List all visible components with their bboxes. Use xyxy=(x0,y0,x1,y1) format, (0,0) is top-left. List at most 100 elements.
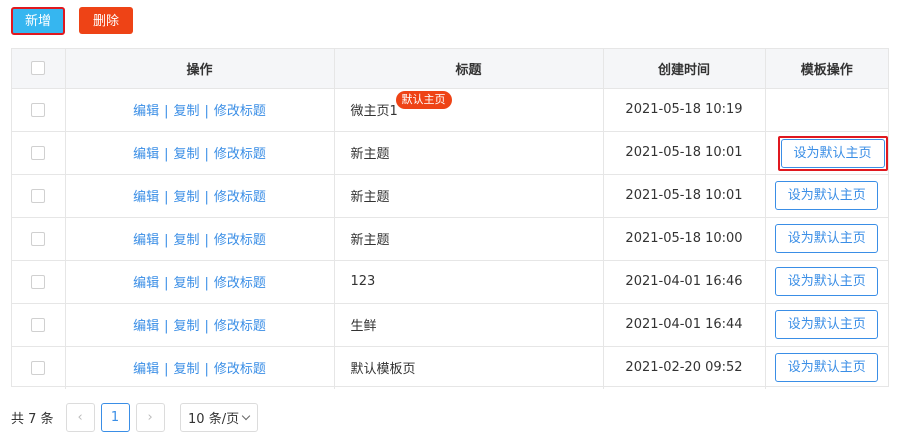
op-separator: | xyxy=(164,147,169,162)
row-ops: 编辑 | 复制 | 修改标题 xyxy=(65,131,335,175)
table-row: 编辑 | 复制 | 修改标题 默认模板页 2021-02-20 09:52 设为默认主页 xyxy=(12,346,888,389)
row-title: 微主页1 xyxy=(350,104,398,119)
next-page-button[interactable]: › xyxy=(135,402,165,432)
rename-link[interactable]: 修改标题 xyxy=(214,276,266,291)
row-title: 新主题 xyxy=(334,217,604,261)
set-default-button[interactable]: 设为默认主页 xyxy=(775,353,879,383)
prev-page-button[interactable]: ‹ xyxy=(65,402,95,432)
rename-link[interactable]: 修改标题 xyxy=(214,147,266,162)
delete-button[interactable]: 删除 xyxy=(79,7,133,34)
copy-link[interactable]: 复制 xyxy=(173,233,199,248)
default-homepage-badge: 默认主页 xyxy=(395,90,452,109)
row-title: 新主题 xyxy=(334,131,604,175)
row-checkbox[interactable] xyxy=(31,317,46,332)
copy-link[interactable]: 复制 xyxy=(173,276,199,291)
copy-link[interactable]: 复制 xyxy=(173,104,199,119)
set-default-button[interactable]: 设为默认主页 xyxy=(780,138,885,168)
row-checkbox[interactable] xyxy=(31,231,46,246)
table-row: 编辑 | 复制 | 修改标题 123 2021-04-01 16:46 设为默认主页 xyxy=(12,260,888,304)
row-title: 生鲜 xyxy=(334,303,604,347)
rename-link[interactable]: 修改标题 xyxy=(214,362,266,377)
row-created: 2021-02-20 09:52 xyxy=(603,346,766,389)
table-row: 编辑 | 复制 | 修改标题 新主题 2021-05-18 10:01 设为默认主页 xyxy=(12,174,888,218)
row-created: 2021-05-18 10:01 xyxy=(603,174,766,218)
row-template-ops: 设为默认主页 xyxy=(765,217,888,261)
rename-link[interactable]: 修改标题 xyxy=(214,104,266,119)
row-template-ops xyxy=(765,88,888,132)
add-button[interactable]: 新增 xyxy=(11,7,65,35)
row-created: 2021-05-18 10:01 xyxy=(603,131,766,175)
table-row: 编辑 | 复制 | 修改标题 生鲜 2021-04-01 16:44 设为默认主页 xyxy=(12,303,888,347)
row-created: 2021-05-18 10:19 xyxy=(603,88,766,132)
set-default-button[interactable]: 设为默认主页 xyxy=(775,224,879,253)
row-checkbox[interactable] xyxy=(31,360,46,375)
set-default-button[interactable]: 设为默认主页 xyxy=(775,181,879,210)
edit-link[interactable]: 编辑 xyxy=(133,233,159,248)
total-count: 共 7 条 xyxy=(11,411,54,427)
row-title: 123 xyxy=(334,260,604,304)
row-template-ops: 设为默认主页 xyxy=(765,131,888,175)
op-separator: | xyxy=(164,319,169,334)
edit-link[interactable]: 编辑 xyxy=(133,276,159,291)
row-ops: 编辑 | 复制 | 修改标题 xyxy=(65,174,335,218)
select-all-checkbox[interactable] xyxy=(31,61,46,76)
page-number-button[interactable]: 1 xyxy=(100,402,130,432)
row-title: 新主题 xyxy=(334,174,604,218)
table-header-row: 操作 标题 创建时间 模板操作 xyxy=(12,49,888,89)
row-template-ops: 设为默认主页 xyxy=(765,260,888,304)
chevron-down-icon xyxy=(241,411,251,420)
row-template-ops: 设为默认主页 xyxy=(765,346,888,389)
op-separator: | xyxy=(204,233,209,248)
page-size-select[interactable]: 10 条/页 xyxy=(179,402,258,432)
op-separator: | xyxy=(164,362,169,378)
row-ops: 编辑 | 复制 | 修改标题 xyxy=(65,217,335,261)
select-all-cell xyxy=(12,49,66,89)
column-header-created: 创建时间 xyxy=(603,49,766,89)
set-default-button[interactable]: 设为默认主页 xyxy=(775,310,879,339)
edit-link[interactable]: 编辑 xyxy=(133,104,159,119)
copy-link[interactable]: 复制 xyxy=(173,319,199,334)
copy-link[interactable]: 复制 xyxy=(173,147,199,162)
copy-link[interactable]: 复制 xyxy=(173,190,199,205)
op-separator: | xyxy=(164,104,169,119)
row-created: 2021-04-01 16:46 xyxy=(603,260,766,304)
chevron-right-icon: › xyxy=(147,409,153,425)
table-row: 编辑 | 复制 | 修改标题 微主页1 默认主页 2021-05-18 10:19 xyxy=(12,88,888,132)
pagination: 共 7 条 ‹ 1 › 10 条/页 xyxy=(11,402,258,432)
page-size-value: 10 条/页 xyxy=(188,411,240,427)
edit-link[interactable]: 编辑 xyxy=(133,147,159,162)
rename-link[interactable]: 修改标题 xyxy=(214,233,266,248)
row-ops: 编辑 | 复制 | 修改标题 xyxy=(65,346,335,389)
rename-link[interactable]: 修改标题 xyxy=(214,319,266,334)
copy-link[interactable]: 复制 xyxy=(173,362,199,377)
rename-link[interactable]: 修改标题 xyxy=(214,190,266,205)
row-checkbox[interactable] xyxy=(31,102,46,117)
column-header-ops: 操作 xyxy=(65,49,335,89)
row-ops: 编辑 | 复制 | 修改标题 xyxy=(65,88,335,132)
column-header-template-ops: 模板操作 xyxy=(765,49,888,89)
homepage-table: 操作 标题 创建时间 模板操作 编辑 | 复制 | 修改标题 微主页1 默认主页 202… xyxy=(11,48,889,389)
row-checkbox[interactable] xyxy=(31,274,46,289)
op-separator: | xyxy=(204,319,209,334)
row-template-ops: 设为默认主页 xyxy=(765,303,888,347)
row-checkbox[interactable] xyxy=(31,188,46,203)
highlight-box: 设为默认主页 xyxy=(777,135,888,171)
op-separator: | xyxy=(164,190,169,205)
edit-link[interactable]: 编辑 xyxy=(133,319,159,334)
row-template-ops: 设为默认主页 xyxy=(765,174,888,218)
set-default-button[interactable]: 设为默认主页 xyxy=(775,267,879,296)
edit-link[interactable]: 编辑 xyxy=(133,190,159,205)
op-separator: | xyxy=(204,362,209,378)
edit-link[interactable]: 编辑 xyxy=(133,362,159,377)
op-separator: | xyxy=(204,104,209,119)
chevron-left-icon: ‹ xyxy=(77,409,83,425)
op-separator: | xyxy=(204,147,209,162)
op-separator: | xyxy=(204,276,209,291)
row-checkbox[interactable] xyxy=(31,145,46,160)
table-row: 编辑 | 复制 | 修改标题 新主题 2021-05-18 10:00 设为默认主页 xyxy=(12,217,888,261)
op-separator: | xyxy=(164,276,169,291)
row-title: 默认模板页 xyxy=(334,346,604,389)
op-separator: | xyxy=(164,233,169,248)
op-separator: | xyxy=(204,190,209,205)
row-ops: 编辑 | 复制 | 修改标题 xyxy=(65,303,335,347)
